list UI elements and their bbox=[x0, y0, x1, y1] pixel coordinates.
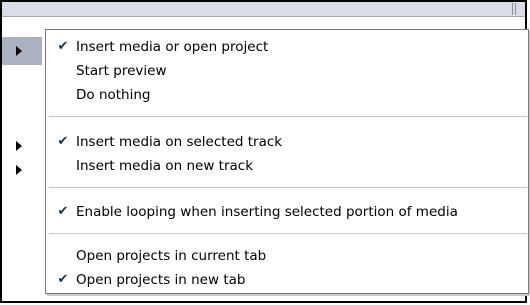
menu-item-do-nothing[interactable]: Do nothing bbox=[46, 83, 528, 107]
menu-separator bbox=[49, 187, 527, 189]
resize-grip-icon[interactable] bbox=[510, 3, 520, 15]
menu-item-open-projects-in-current-tab[interactable]: Open projects in current tab bbox=[46, 244, 528, 268]
menu-item-label: Do nothing bbox=[76, 87, 151, 103]
menu-item-label: Enable looping when inserting selected p… bbox=[76, 204, 458, 220]
check-mark-icon: ✔ bbox=[57, 204, 69, 219]
window-frame: ✔ Insert media or open project Start pre… bbox=[0, 0, 529, 303]
check-mark-icon: ✔ bbox=[57, 39, 69, 54]
context-menu: ✔ Insert media or open project Start pre… bbox=[45, 29, 529, 294]
triangle-right-icon[interactable] bbox=[16, 141, 22, 151]
menu-item-insert-media-on-selected-track[interactable]: ✔ Insert media on selected track bbox=[46, 130, 528, 154]
menu-item-label: Insert media on selected track bbox=[76, 134, 283, 150]
menu-item-open-projects-in-new-tab[interactable]: ✔ Open projects in new tab bbox=[46, 268, 528, 292]
menu-item-label: Start preview bbox=[76, 63, 167, 79]
menu-item-label: Open projects in new tab bbox=[76, 272, 246, 288]
check-mark-icon: ✔ bbox=[57, 134, 69, 149]
menu-item-label: Insert media on new track bbox=[76, 158, 254, 174]
selected-row-highlight bbox=[2, 37, 42, 65]
menu-separator bbox=[49, 233, 527, 235]
top-strip bbox=[2, 2, 525, 17]
menu-item-start-preview[interactable]: Start preview bbox=[46, 59, 528, 83]
triangle-right-icon[interactable] bbox=[16, 165, 22, 175]
check-mark-icon: ✔ bbox=[57, 272, 69, 287]
triangle-right-icon[interactable] bbox=[16, 46, 22, 56]
menu-item-label: Open projects in current tab bbox=[76, 248, 267, 264]
menu-item-insert-media-or-open-project[interactable]: ✔ Insert media or open project bbox=[46, 35, 528, 59]
menu-item-insert-media-on-new-track[interactable]: Insert media on new track bbox=[46, 154, 528, 178]
left-panel bbox=[2, 17, 45, 301]
menu-item-enable-looping[interactable]: ✔ Enable looping when inserting selected… bbox=[46, 200, 528, 224]
menu-separator bbox=[49, 116, 527, 118]
menu-item-label: Insert media or open project bbox=[76, 39, 269, 55]
